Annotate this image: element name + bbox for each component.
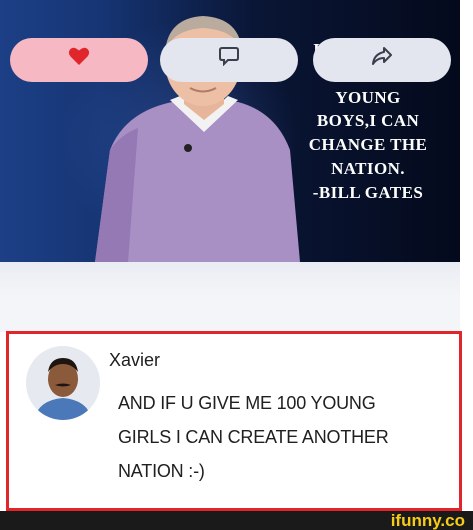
action-bar [0, 262, 460, 332]
comment-card: Xavier AND IF U GIVE ME 100 YOUNG GIRLS … [6, 331, 462, 511]
blurred-caption-strip [0, 262, 460, 296]
like-button[interactable] [10, 38, 148, 82]
commenter-photo [26, 346, 100, 420]
heart-icon [68, 47, 90, 65]
comment-author[interactable]: Xavier [109, 350, 160, 371]
share-button[interactable] [313, 38, 451, 82]
ifunny-watermark: ifunny.co [390, 511, 465, 530]
speech-bubble-icon [219, 47, 239, 66]
comment-text: AND IF U GIVE ME 100 YOUNG GIRLS I CAN C… [118, 393, 389, 481]
quote-author: -BILL GATES [312, 182, 424, 202]
share-arrow-icon [372, 47, 392, 65]
footer-bar: ifunny.co [0, 511, 473, 530]
comment-button[interactable] [160, 38, 298, 82]
avatar[interactable] [26, 346, 100, 420]
